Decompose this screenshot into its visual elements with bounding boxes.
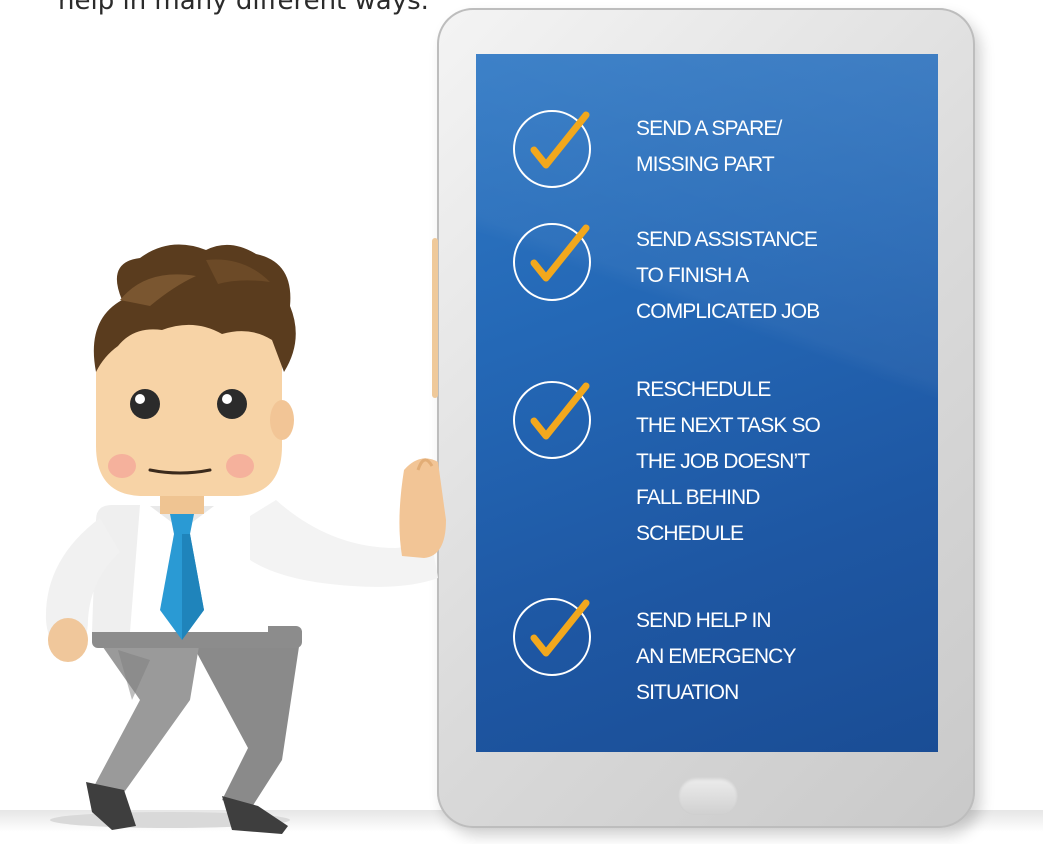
checklist-line: SEND A SPARE/ xyxy=(636,117,782,140)
businessman-illustration xyxy=(45,244,446,834)
checkmark-icon xyxy=(513,381,591,459)
checkmark-icon xyxy=(513,223,591,301)
checklist-line: SITUATION xyxy=(636,681,739,704)
checklist-line: AN EMERGENCY xyxy=(636,645,796,668)
checklist-line: FALL BEHIND xyxy=(636,486,760,509)
checklist-line: RESCHEDULE xyxy=(636,378,771,401)
checklist-line: SCHEDULE xyxy=(636,522,744,545)
checklist-item-text: SEND HELP IN AN EMERGENCY SITUATION xyxy=(636,603,796,711)
checkmark-icon xyxy=(513,110,591,188)
checklist-line: COMPLICATED JOB xyxy=(636,300,820,323)
checkmark-icon xyxy=(513,598,591,676)
checklist-line: TO FINISH A xyxy=(636,264,749,287)
checklist-item-text: SEND A SPARE/ MISSING PART xyxy=(636,111,782,183)
tablet-home-button xyxy=(678,777,738,815)
checklist-item-text: RESCHEDULE THE NEXT TASK SO THE JOB DOES… xyxy=(636,372,821,552)
checklist-line: THE JOB DOESN’T xyxy=(636,450,810,473)
checklist-line: MISSING PART xyxy=(636,153,775,176)
checklist-line: SEND HELP IN xyxy=(636,609,772,632)
checklist-line: SEND ASSISTANCE xyxy=(636,228,818,251)
checklist-item-text: SEND ASSISTANCE TO FINISH A COMPLICATED … xyxy=(636,222,820,330)
checklist-line: THE NEXT TASK SO xyxy=(636,414,821,437)
